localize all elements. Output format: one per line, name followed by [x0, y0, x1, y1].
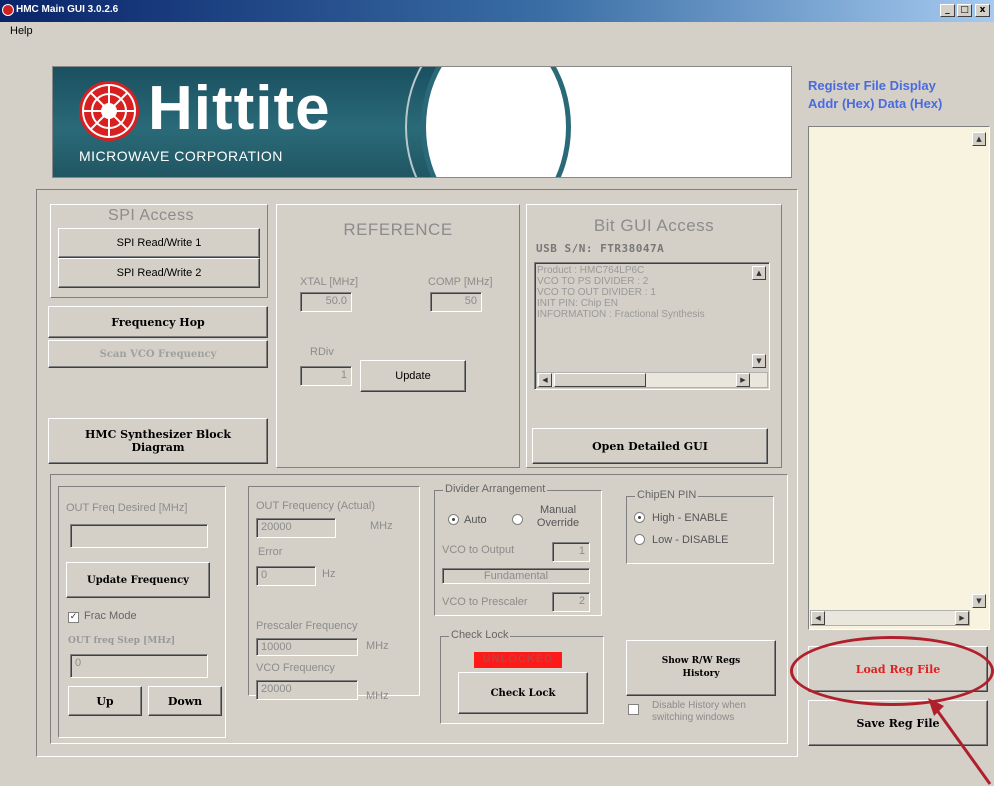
info-scroll-up-icon[interactable]: ▲	[752, 266, 766, 280]
show-rw-regs-history-button[interactable]: Show R/W Regs History	[626, 640, 776, 696]
comp-input[interactable]: 50	[430, 292, 482, 312]
prescaler-unit-mhz: MHz	[366, 640, 389, 652]
rdiv-input[interactable]: 1	[300, 366, 352, 386]
actual-unit-mhz: MHz	[370, 520, 393, 532]
out-frequency-actual-value: 20000	[256, 518, 336, 538]
info-scroll-left-icon[interactable]: ◀	[538, 373, 552, 387]
fundamental-display: Fundamental	[442, 568, 590, 584]
disable-history-label: Disable History when switching windows	[652, 700, 746, 723]
frac-mode-checkbox[interactable]: ✓	[68, 612, 79, 623]
vco-frequency-value: 20000	[256, 680, 358, 700]
product-info-line: INFORMATION : Fractional Synthesis	[537, 309, 705, 320]
prescaler-frequency-value: 10000	[256, 638, 358, 656]
title-bar[interactable]: HMC Main GUI 3.0.2.6 _ □ x	[0, 0, 994, 22]
product-info-line: VCO TO OUT DIVIDER : 1	[537, 287, 656, 298]
vco-unit-mhz: MHz	[366, 690, 389, 702]
out-freq-step-label: OUT freq Step [MHz]	[68, 636, 176, 646]
out-frequency-actual-label: OUT Frequency (Actual)	[256, 500, 376, 512]
product-info-line: INIT PIN: Chip EN	[537, 298, 618, 309]
check-lock-legend: Check Lock	[449, 629, 511, 641]
menu-help[interactable]: Help	[10, 25, 33, 37]
register-file-display-title: Register File Display	[808, 78, 936, 93]
register-columns-header: Addr (Hex) Data (Hex)	[808, 96, 943, 111]
reference-title: REFERENCE	[343, 220, 453, 239]
divider-manual-label: Manual Override	[536, 504, 580, 529]
divider-arrangement-legend: Divider Arrangement	[443, 483, 548, 495]
logo-wordmark: Hittite	[148, 74, 331, 143]
frequency-hop-button[interactable]: Frequency Hop	[48, 306, 268, 338]
usb-serial-number: USB S/N: FTR38047A	[536, 242, 665, 255]
vco-frequency-label: VCO Frequency	[256, 662, 335, 674]
register-scroll-left-icon[interactable]: ◀	[811, 611, 825, 625]
scan-vco-frequency-button[interactable]: Scan VCO Frequency	[48, 340, 268, 368]
vco-to-prescaler-input[interactable]: 2	[552, 592, 590, 612]
comp-label: COMP [MHz]	[428, 276, 493, 288]
hittite-logo-icon	[79, 81, 139, 141]
logo-banner: Hittite MICROWAVE CORPORATION	[52, 66, 792, 178]
logo-arc	[421, 67, 571, 177]
info-scroll-right-icon[interactable]: ▶	[736, 373, 750, 387]
app-icon	[2, 4, 14, 16]
block-diagram-button[interactable]: HMC Synthesizer Block Diagram	[48, 418, 268, 464]
down-button[interactable]: Down	[148, 686, 222, 716]
divider-auto-label: Auto	[464, 514, 487, 526]
up-button[interactable]: Up	[68, 686, 142, 716]
spi-access-title: SPI Access	[108, 207, 194, 224]
update-frequency-button[interactable]: Update Frequency	[66, 562, 210, 598]
register-scroll-up-icon[interactable]: ▲	[972, 132, 986, 146]
menu-bar: Help	[0, 22, 994, 42]
register-horizontal-scrollbar[interactable]	[810, 610, 970, 626]
lock-status-indicator: UNLOCKED	[474, 652, 562, 668]
product-info-line: VCO TO PS DIVIDER : 2	[537, 276, 649, 287]
callout-arrow-icon	[928, 698, 992, 785]
chipen-high-radio[interactable]	[634, 512, 645, 523]
restore-button[interactable]: □	[957, 4, 972, 17]
error-value: 0	[256, 566, 316, 586]
bit-gui-access-title: Bit GUI Access	[593, 216, 715, 235]
prescaler-frequency-label: Prescaler Frequency	[256, 620, 358, 632]
frac-mode-label: Frac Mode	[84, 610, 137, 622]
window-title: HMC Main GUI 3.0.2.6	[16, 4, 119, 15]
error-unit-hz: Hz	[322, 568, 336, 580]
out-freq-desired-label: OUT Freq Desired [MHz]	[66, 502, 188, 514]
vco-to-output-input[interactable]: 1	[552, 542, 590, 562]
register-scroll-down-icon[interactable]: ▼	[972, 594, 986, 608]
minimize-button[interactable]: _	[940, 4, 955, 17]
spi-read-write-2-button[interactable]: SPI Read/Write 2	[58, 258, 260, 288]
chipen-pin-legend: ChipEN PIN	[635, 489, 699, 501]
register-list[interactable]	[808, 126, 990, 630]
register-scroll-right-icon[interactable]: ▶	[955, 611, 969, 625]
chipen-low-radio[interactable]	[634, 534, 645, 545]
chipen-low-label: Low - DISABLE	[652, 534, 729, 546]
chipen-high-label: High - ENABLE	[652, 512, 728, 524]
vco-to-prescaler-label: VCO to Prescaler	[442, 596, 528, 608]
logo-subtitle: MICROWAVE CORPORATION	[79, 148, 283, 164]
product-info-line: Product : HMC764LP6C	[537, 265, 645, 276]
divider-auto-radio[interactable]	[448, 514, 459, 525]
out-freq-step-input[interactable]: 0	[70, 654, 208, 678]
close-button[interactable]: x	[975, 4, 990, 17]
xtal-input[interactable]: 50.0	[300, 292, 352, 312]
error-label: Error	[258, 546, 283, 558]
reference-group	[276, 204, 520, 468]
check-lock-button[interactable]: Check Lock	[458, 672, 588, 714]
vco-to-output-label: VCO to Output	[442, 544, 515, 556]
disable-history-checkbox[interactable]	[628, 704, 639, 715]
chipen-pin-group: ChipEN PIN	[626, 489, 774, 564]
out-freq-desired-input[interactable]	[70, 524, 208, 548]
rdiv-label: RDiv	[310, 346, 334, 358]
info-scroll-down-icon[interactable]: ▼	[752, 354, 766, 368]
reference-update-button[interactable]: Update	[360, 360, 466, 392]
product-info-box[interactable]: Product : HMC764LP6C VCO TO PS DIVIDER : …	[534, 262, 770, 390]
divider-manual-radio[interactable]	[512, 514, 523, 525]
product-info-lines: Product : HMC764LP6C VCO TO PS DIVIDER : …	[537, 265, 767, 320]
info-scroll-thumb[interactable]	[554, 373, 646, 387]
xtal-label: XTAL [MHz]	[300, 276, 359, 288]
open-detailed-gui-button[interactable]: Open Detailed GUI	[532, 428, 768, 464]
spi-read-write-1-button[interactable]: SPI Read/Write 1	[58, 228, 260, 258]
